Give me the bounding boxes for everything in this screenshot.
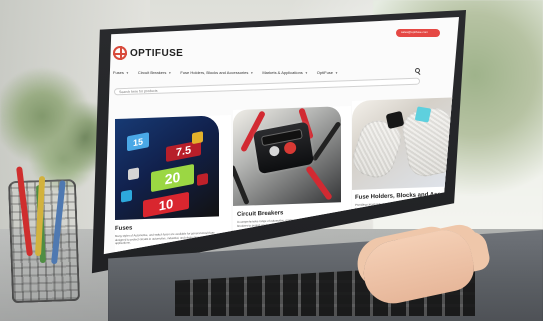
blue-fuse xyxy=(414,106,432,123)
nav-item-markets-applications[interactable]: Markets & Applications ▼ xyxy=(262,70,307,75)
small-blue-fuse xyxy=(121,189,132,203)
fuses-image: 15 7.5 20 10 xyxy=(115,115,219,221)
circuit-breaker-device xyxy=(252,121,315,175)
nav-item-fuses[interactable]: Fuses ▼ xyxy=(113,70,129,75)
nav-label-optifuse: OptiFuse xyxy=(316,70,334,75)
chevron-down-icon: ▼ xyxy=(125,70,129,75)
laptop-scene: sales@optifuse.com OPTIFUSE Fuses ▼ Circ… xyxy=(0,0,543,321)
fuse-label-green: 20 xyxy=(151,163,194,193)
topbar-email[interactable]: sales@optifuse.com xyxy=(401,30,428,34)
chevron-down-icon: ▼ xyxy=(250,70,254,75)
nav-label-circuit-breakers: Circuit Breakers xyxy=(137,70,167,75)
nav-label-markets-applications: Markets & Applications xyxy=(262,70,303,75)
chevron-down-icon: ▼ xyxy=(335,70,339,75)
search-icon[interactable] xyxy=(415,68,420,73)
small-red-fuse xyxy=(197,172,208,187)
chevron-down-icon: ▼ xyxy=(304,70,308,75)
small-yellow-fuse xyxy=(192,131,203,145)
fuse-holders-image xyxy=(352,97,455,190)
nav-item-fuse-holders[interactable]: Fuse Holders, Blocks and Accessories ▼ xyxy=(180,70,253,75)
black-wire xyxy=(233,164,250,206)
product-search-bar[interactable]: Search here for products xyxy=(114,77,420,96)
circuit-breakers-image xyxy=(233,106,341,207)
chevron-down-icon: ▼ xyxy=(168,70,172,75)
brand-fuse-icon xyxy=(113,46,127,60)
circuit-breakers-title: Circuit Breakers xyxy=(237,210,284,218)
nav-label-fuses: Fuses xyxy=(113,70,124,75)
fuse-label-red-bottom: 10 xyxy=(143,191,189,218)
red-wire xyxy=(305,165,333,201)
nav-item-optifuse[interactable]: OptiFuse ▼ xyxy=(317,70,338,75)
small-white-fuse xyxy=(128,167,139,181)
nav-item-circuit-breakers[interactable]: Circuit Breakers ▼ xyxy=(138,70,171,75)
fuses-title: Fuses xyxy=(115,225,133,233)
site-logo[interactable]: OPTIFUSE xyxy=(113,46,183,60)
fuse-label-red-top: 7.5 xyxy=(166,140,201,163)
fuse-label-blue: 15 xyxy=(127,132,149,152)
search-placeholder: Search here for products xyxy=(119,88,158,94)
black-wire xyxy=(311,121,341,162)
brand-name: OPTIFUSE xyxy=(130,47,184,59)
main-navigation: Fuses ▼ Circuit Breakers ▼ Fuse Holders,… xyxy=(113,70,338,75)
nav-label-fuse-holders: Fuse Holders, Blocks and Accessories xyxy=(180,70,249,75)
